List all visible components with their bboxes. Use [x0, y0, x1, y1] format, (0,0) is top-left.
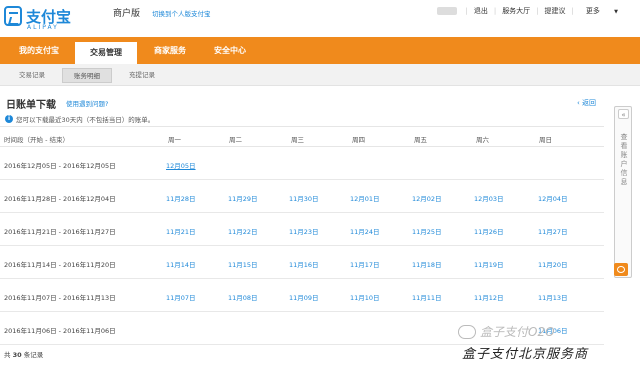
daily-bill-download-link[interactable]: 11月21日 — [166, 226, 196, 236]
daily-bill-download-link[interactable]: 11月11日 — [412, 292, 442, 302]
table-header: 时间段（开始 - 结束） 周一 周二 周三 周四 周五 周六 周日 — [0, 126, 604, 147]
sub-tabs: 交易记录 账务明细 充提记录 — [0, 64, 640, 86]
daily-bill-download-link[interactable]: 11月13日 — [538, 292, 568, 302]
top-bar: 支付宝 ALIPAY 商户版 切换到个人版支付宝 | 退出 | 服务大厅 | 提… — [0, 0, 640, 37]
daily-bill-download-link[interactable]: 11月09日 — [289, 292, 319, 302]
daily-bill-download-link[interactable]: 11月22日 — [228, 226, 258, 236]
info-icon: i — [5, 115, 13, 123]
alipay-logo-icon — [4, 6, 22, 26]
daily-bill-download-link[interactable]: 12月02日 — [412, 193, 442, 203]
daily-bill-download-link[interactable]: 11月28日 — [166, 193, 196, 203]
header-sun: 周日 — [539, 136, 552, 144]
table-row: 2016年11月21日 - 2016年11月27日 11月21日 11月22日 11月… — [0, 213, 604, 246]
back-link[interactable]: ‹ 返回 — [577, 98, 596, 108]
daily-bill-download-link[interactable]: 11月12日 — [474, 292, 504, 302]
header-range: 时间段（开始 - 结束） — [4, 136, 69, 144]
more-label: 更多 — [585, 7, 600, 15]
daily-bill-download-link[interactable]: 12月04日 — [538, 193, 568, 203]
watermark: 盒子支付O2O — [458, 323, 555, 340]
logo-subtext: ALIPAY — [27, 24, 59, 31]
daily-bill-download-link[interactable]: 11月27日 — [538, 226, 568, 236]
service-hall-link[interactable]: 服务大厅 — [496, 6, 536, 16]
account-info-panel[interactable]: « 查看账户信息 — [614, 106, 632, 278]
tab-account-details[interactable]: 账务明细 — [62, 68, 112, 83]
table-row: 2016年11月14日 - 2016年11月20日 11月14日 11月15日 11月… — [0, 246, 604, 279]
daily-bill-download-link[interactable]: 11月25日 — [412, 226, 442, 236]
suggest-link[interactable]: 提建议 — [539, 6, 572, 16]
notice-text: 您可以下载最近30天内（不包括当日）的账单。 — [16, 116, 155, 124]
daily-bill-download-link[interactable]: 11月24日 — [350, 226, 380, 236]
account-info-label: 查看账户信息 — [620, 133, 628, 186]
daily-bill-download-link[interactable]: 12月03日 — [474, 193, 504, 203]
alipay-logo[interactable]: 支付宝 ALIPAY — [4, 4, 114, 32]
table-row: 2016年11月28日 - 2016年12月04日 11月28日 11月29日 11月… — [0, 180, 604, 213]
row-date-range: 2016年11月14日 - 2016年11月20日 — [4, 261, 116, 269]
daily-bill-download-link[interactable]: 11月18日 — [412, 259, 442, 269]
daily-bill-download-link[interactable]: 12月05日 — [166, 160, 196, 170]
daily-bill-download-link[interactable]: 11月30日 — [289, 193, 319, 203]
daily-bill-download-link[interactable]: 11月23日 — [289, 226, 319, 236]
header-tue: 周二 — [229, 136, 242, 144]
header-thu: 周四 — [352, 136, 365, 144]
tab-deposit-records[interactable]: 充提记录 — [118, 68, 166, 83]
table-row: 2016年12月05日 - 2016年12月05日 12月05日 — [0, 147, 604, 180]
header-sat: 周六 — [476, 136, 489, 144]
row-date-range: 2016年11月21日 - 2016年11月27日 — [4, 228, 116, 236]
logout-link[interactable]: 退出 — [468, 6, 494, 16]
daily-bill-download-link[interactable]: 11月19日 — [474, 259, 504, 269]
notice: i 您可以下载最近30天内（不包括当日）的账单。 — [5, 114, 154, 124]
watermark-line2: 盒子支付北京服务商 — [462, 347, 589, 362]
user-name-redacted — [437, 7, 458, 15]
daily-bill-download-link[interactable]: 11月29日 — [228, 193, 258, 203]
row-date-range: 2016年11月06日 - 2016年11月06日 — [4, 327, 116, 335]
top-right-nav: | 退出 | 服务大厅 | 提建议 | 更多 ▼ — [437, 6, 630, 16]
header-mon: 周一 — [168, 136, 181, 144]
camera-icon[interactable] — [614, 263, 628, 276]
daily-bill-download-link[interactable]: 11月10日 — [350, 292, 380, 302]
daily-bill-download-link[interactable]: 11月26日 — [474, 226, 504, 236]
nav-my-alipay[interactable]: 我的支付宝 — [8, 37, 70, 64]
help-link[interactable]: 使用遇到问题? — [66, 98, 108, 108]
daily-bill-download-link[interactable]: 11月14日 — [166, 259, 196, 269]
record-count: 共 30 条记录 — [4, 351, 44, 359]
daily-bill-download-link[interactable]: 11月07日 — [166, 292, 196, 302]
back-label: 返回 — [582, 99, 597, 107]
row-date-range: 2016年11月28日 - 2016年12月04日 — [4, 195, 116, 203]
header-wed: 周三 — [291, 136, 304, 144]
daily-bill-download-link[interactable]: 11月15日 — [228, 259, 258, 269]
daily-bill-download-link[interactable]: 11月08日 — [228, 292, 258, 302]
collapse-icon[interactable]: « — [618, 109, 629, 119]
nav-trade-management[interactable]: 交易管理 — [75, 40, 137, 64]
table-row: 2016年11月07日 - 2016年11月13日 11月07日 11月08日 11月… — [0, 279, 604, 312]
wechat-icon — [458, 324, 476, 339]
switch-personal-link[interactable]: 切换到个人版支付宝 — [152, 8, 211, 18]
nav-merchant-services[interactable]: 商家服务 — [142, 37, 198, 64]
nav-security-center[interactable]: 安全中心 — [202, 37, 258, 64]
main-nav: 我的支付宝 交易管理 商家服务 安全中心 — [0, 37, 640, 64]
row-date-range: 2016年11月07日 - 2016年11月13日 — [4, 294, 116, 302]
daily-bill-download-link[interactable]: 11月20日 — [538, 259, 568, 269]
chevron-down-icon: ▼ — [614, 9, 618, 15]
watermark-line1: 盒子支付O2O — [480, 325, 555, 339]
daily-bill-download-link[interactable]: 12月01日 — [350, 193, 380, 203]
more-menu[interactable]: 更多 ▼ — [574, 6, 630, 16]
daily-bill-download-link[interactable]: 11月16日 — [289, 259, 319, 269]
row-date-range: 2016年12月05日 - 2016年12月05日 — [4, 162, 116, 170]
tab-trade-records[interactable]: 交易记录 — [8, 68, 56, 83]
page-title: 日账单下载 — [6, 100, 56, 111]
daily-bill-download-link[interactable]: 11月17日 — [350, 259, 380, 269]
header-fri: 周五 — [414, 136, 427, 144]
edition-label: 商户版 — [113, 9, 141, 19]
